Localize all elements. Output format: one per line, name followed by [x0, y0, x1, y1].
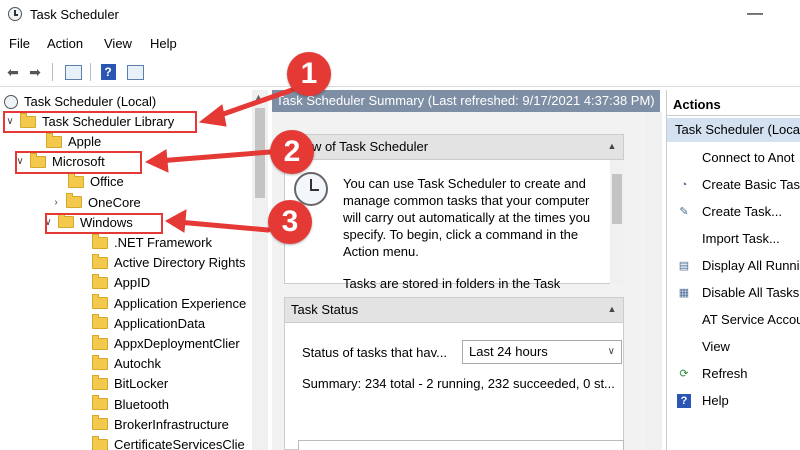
arrow-2	[155, 149, 273, 164]
callout-badge-1: 1	[287, 52, 331, 96]
callout-arrows	[144, 87, 295, 233]
callout-badge-2: 2	[270, 130, 314, 174]
arrowhead-2	[144, 149, 169, 173]
arrowhead-3	[165, 209, 187, 233]
arrow-3	[175, 219, 271, 233]
callout-badge-3: 3	[268, 200, 312, 244]
arrowhead-1	[198, 104, 227, 127]
